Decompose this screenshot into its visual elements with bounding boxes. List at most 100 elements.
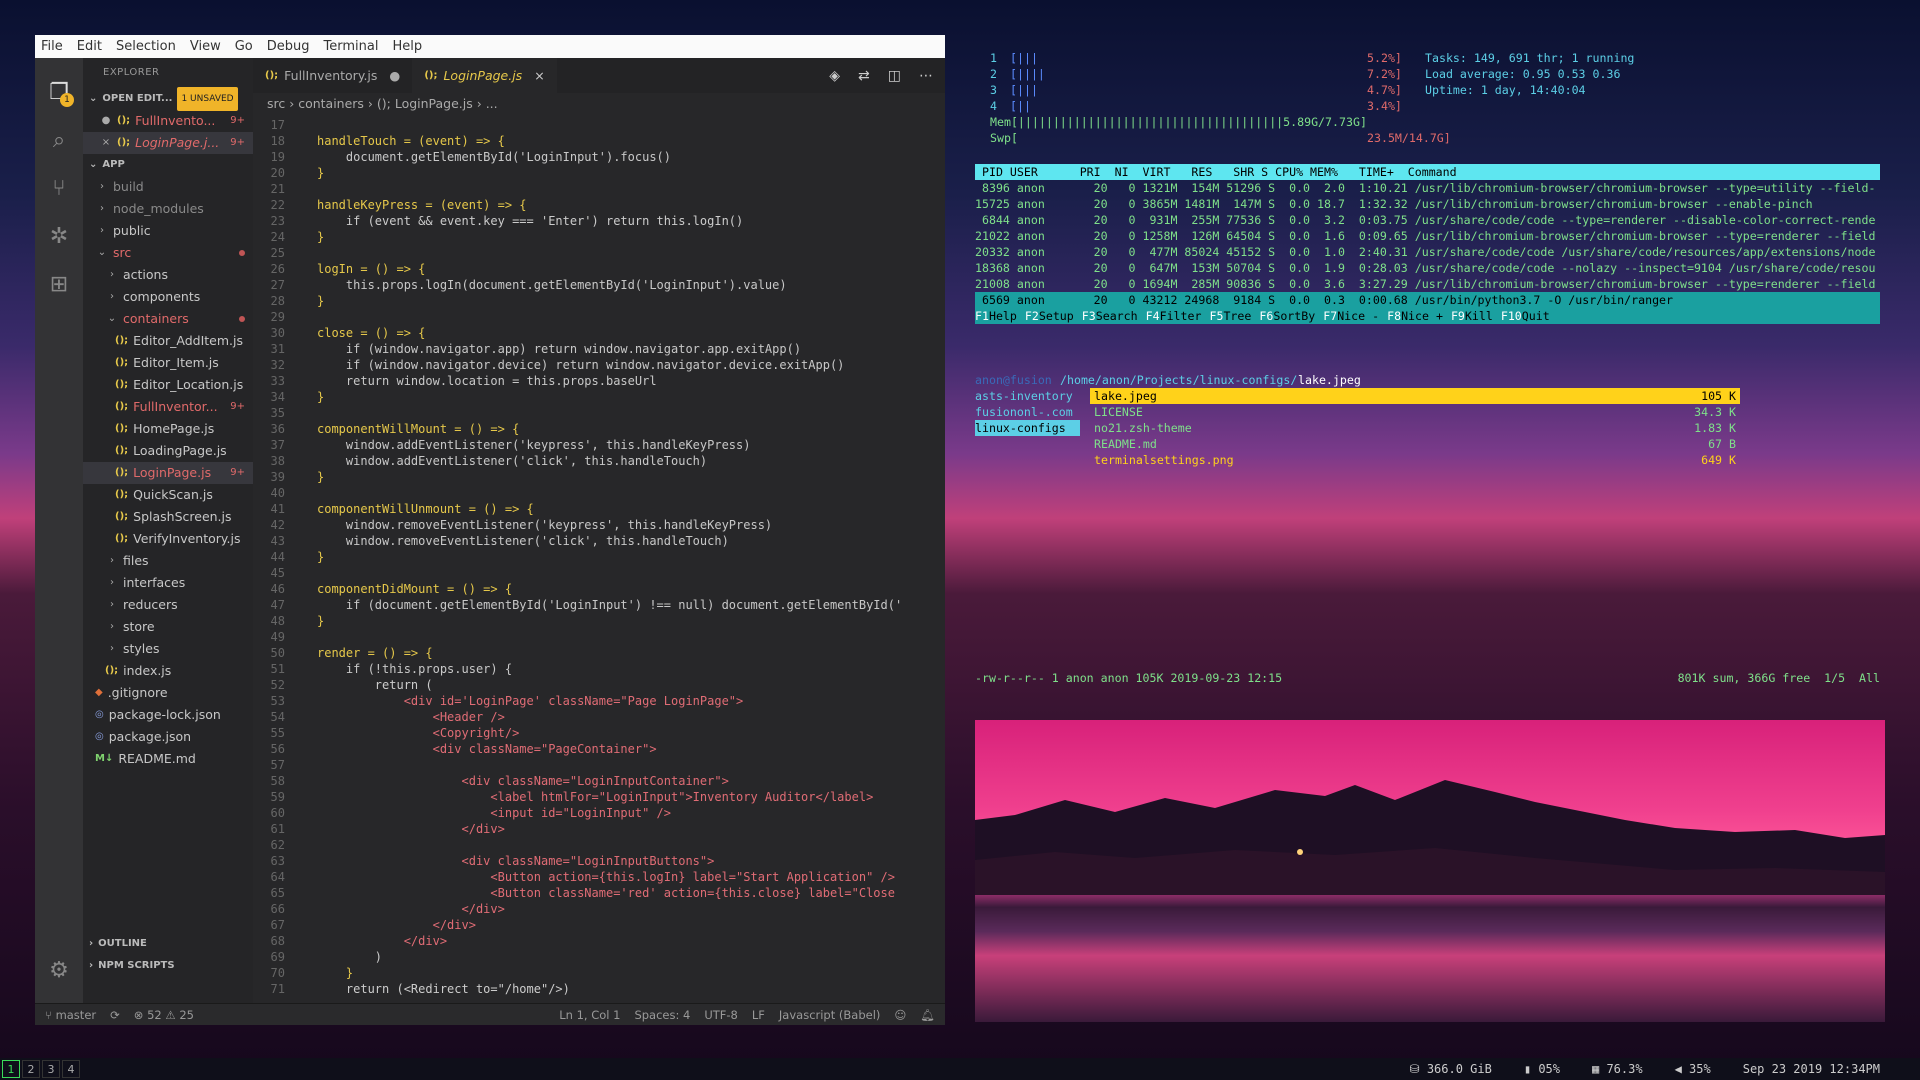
outline-header[interactable]: › OUTLINE (83, 933, 253, 955)
file-item[interactable]: (); HomePage.js (83, 418, 253, 440)
bell-icon[interactable]: 🔔︎ (920, 1008, 935, 1022)
file-item[interactable]: (); LoginPage.js 9+ (83, 462, 253, 484)
fkey-label[interactable]: F3 (1082, 309, 1096, 323)
tab-loginpage[interactable]: (); LoginPage.js × (412, 58, 557, 93)
encoding-status[interactable]: UTF-8 (704, 1008, 738, 1022)
ranger-file-row[interactable]: lake.jpeg 105 K (1090, 388, 1740, 404)
fkey-action[interactable]: Setup (1039, 309, 1074, 323)
problems-status[interactable]: ⊗ 52 ⚠ 25 (134, 1008, 194, 1022)
workspace-2[interactable]: 2 (22, 1060, 40, 1078)
more-actions-icon[interactable]: ⋯ (919, 68, 933, 84)
workspace-4[interactable]: 4 (62, 1060, 80, 1078)
indent-status[interactable]: Spaces: 4 (634, 1008, 690, 1022)
unsaved-dot-icon[interactable]: ● (99, 110, 113, 132)
folder-item[interactable]: ⌄ containers (83, 308, 253, 330)
git-compare-icon[interactable]: ◈ (829, 68, 840, 84)
fkey-action[interactable]: Nice + (1401, 309, 1443, 323)
workspace-3[interactable]: 3 (42, 1060, 60, 1078)
file-item[interactable]: (); index.js (83, 660, 253, 682)
file-item[interactable]: (); QuickScan.js (83, 484, 253, 506)
process-row[interactable]: 8396 anon 20 0 1321M 154M 51296 S 0.0 2.… (975, 180, 1880, 196)
folder-item[interactable]: › store (83, 616, 253, 638)
process-row[interactable]: 18368 anon 20 0 647M 153M 50704 S 0.0 1.… (975, 260, 1880, 276)
close-icon[interactable]: × (99, 132, 113, 154)
breadcrumb[interactable]: src › containers › (); LoginPage.js › ..… (253, 93, 945, 115)
fkey-action[interactable]: Help (989, 309, 1017, 323)
ranger-file-row[interactable]: no21.zsh-theme 1.83 K (1090, 420, 1740, 436)
cursor-position[interactable]: Ln 1, Col 1 (559, 1008, 620, 1022)
file-item[interactable]: (); FullInventor... 9+ (83, 396, 253, 418)
file-item[interactable]: ◆ .gitignore (83, 682, 253, 704)
process-row[interactable]: 21022 anon 20 0 1258M 126M 64504 S 0.0 1… (975, 228, 1880, 244)
folder-item[interactable]: ⌄ src (83, 242, 253, 264)
npm-scripts-header[interactable]: › NPM SCRIPTS (83, 955, 253, 977)
workspace-1[interactable]: 1 (2, 1060, 20, 1078)
fkey-label[interactable]: F8 (1387, 309, 1401, 323)
open-editor-item[interactable]: ● (); FullInvento... 9+ (83, 110, 253, 132)
feedback-icon[interactable]: ☺ (894, 1008, 906, 1022)
split-editor-icon[interactable]: ◫ (888, 68, 901, 84)
open-changes-icon[interactable]: ⇄ (858, 68, 870, 84)
fkey-action[interactable]: Search (1096, 309, 1138, 323)
fkey-label[interactable]: F9 (1451, 309, 1465, 323)
fkey-label[interactable]: F4 (1146, 309, 1160, 323)
menu-selection[interactable]: Selection (116, 39, 176, 54)
folder-item[interactable]: › files (83, 550, 253, 572)
fkey-action[interactable]: Quit (1522, 309, 1550, 323)
process-row[interactable]: 21008 anon 20 0 1694M 285M 90836 S 0.0 3… (975, 276, 1880, 292)
fkey-label[interactable]: F1 (975, 309, 989, 323)
fkey-label[interactable]: F7 (1323, 309, 1337, 323)
file-item[interactable]: ◎ package.json (83, 726, 253, 748)
menu-view[interactable]: View (190, 39, 221, 54)
explorer-icon[interactable]: ❐ 1 (35, 68, 83, 116)
volume-status[interactable]: ◀ 35% (1675, 1062, 1711, 1076)
code-editor[interactable]: 17 18 handleTouch = (event) => {19 documen… (253, 115, 945, 1003)
source-control-icon[interactable]: ⑂ (35, 164, 83, 212)
folder-item[interactable]: › reducers (83, 594, 253, 616)
menu-terminal[interactable]: Terminal (324, 39, 379, 54)
search-icon[interactable]: ⌕ (35, 116, 83, 164)
menu-go[interactable]: Go (235, 39, 253, 54)
file-item[interactable]: (); VerifyInventory.js (83, 528, 253, 550)
sync-icon[interactable]: ⟳ (110, 1008, 120, 1022)
process-row[interactable]: 20332 anon 20 0 477M 85024 45152 S 0.0 1… (975, 244, 1880, 260)
file-item[interactable]: M↓ README.md (83, 748, 253, 770)
process-row[interactable]: 6844 anon 20 0 931M 255M 77536 S 0.0 3.2… (975, 212, 1880, 228)
fkey-label[interactable]: F5 (1209, 309, 1223, 323)
branch-status[interactable]: ⑂ master (45, 1008, 96, 1022)
fkey-action[interactable]: Kill (1465, 309, 1493, 323)
folder-item[interactable]: › node_modules (83, 198, 253, 220)
fkey-label[interactable]: F2 (1025, 309, 1039, 323)
ranger-file-row[interactable]: terminalsettings.png 649 K (1090, 452, 1740, 468)
file-item[interactable]: (); LoadingPage.js (83, 440, 253, 462)
folder-item[interactable]: › public (83, 220, 253, 242)
fkey-action[interactable]: Nice - (1337, 309, 1379, 323)
process-row[interactable]: 6569 anon 20 0 43212 24968 9184 S 0.0 0.… (975, 292, 1880, 308)
ranger-file-row[interactable]: README.md 67 B (1090, 436, 1740, 452)
file-item[interactable]: (); Editor_Location.js (83, 374, 253, 396)
eol-status[interactable]: LF (752, 1008, 765, 1022)
file-item[interactable]: (); Editor_AddItem.js (83, 330, 253, 352)
folder-item[interactable]: › styles (83, 638, 253, 660)
menu-edit[interactable]: Edit (77, 39, 102, 54)
open-editor-item[interactable]: × (); LoginPage.j... 9+ (83, 132, 253, 154)
gear-icon[interactable]: ⚙ (35, 958, 83, 983)
file-item[interactable]: ◎ package-lock.json (83, 704, 253, 726)
app-folder-header[interactable]: ⌄ APP (83, 154, 253, 176)
language-status[interactable]: Javascript (Babel) (779, 1008, 880, 1022)
fkey-action[interactable]: Filter (1160, 309, 1202, 323)
fkey-action[interactable]: Tree (1223, 309, 1251, 323)
folder-item[interactable]: › build (83, 176, 253, 198)
tab-fullinventory[interactable]: (); FullInventory.js ● (253, 58, 412, 93)
extensions-icon[interactable]: ⊞ (35, 260, 83, 308)
menu-debug[interactable]: Debug (267, 39, 310, 54)
folder-item[interactable]: › components (83, 286, 253, 308)
folder-item[interactable]: › actions (83, 264, 253, 286)
file-item[interactable]: (); SplashScreen.js (83, 506, 253, 528)
fkey-label[interactable]: F10 (1501, 309, 1522, 323)
menu-help[interactable]: Help (392, 39, 422, 54)
ranger-file-row[interactable]: LICENSE 34.3 K (1090, 404, 1740, 420)
process-row[interactable]: 15725 anon 20 0 3865M 1481M 147M S 0.0 1… (975, 196, 1880, 212)
debug-icon[interactable]: ✲ (35, 212, 83, 260)
close-icon[interactable]: × (534, 68, 544, 83)
